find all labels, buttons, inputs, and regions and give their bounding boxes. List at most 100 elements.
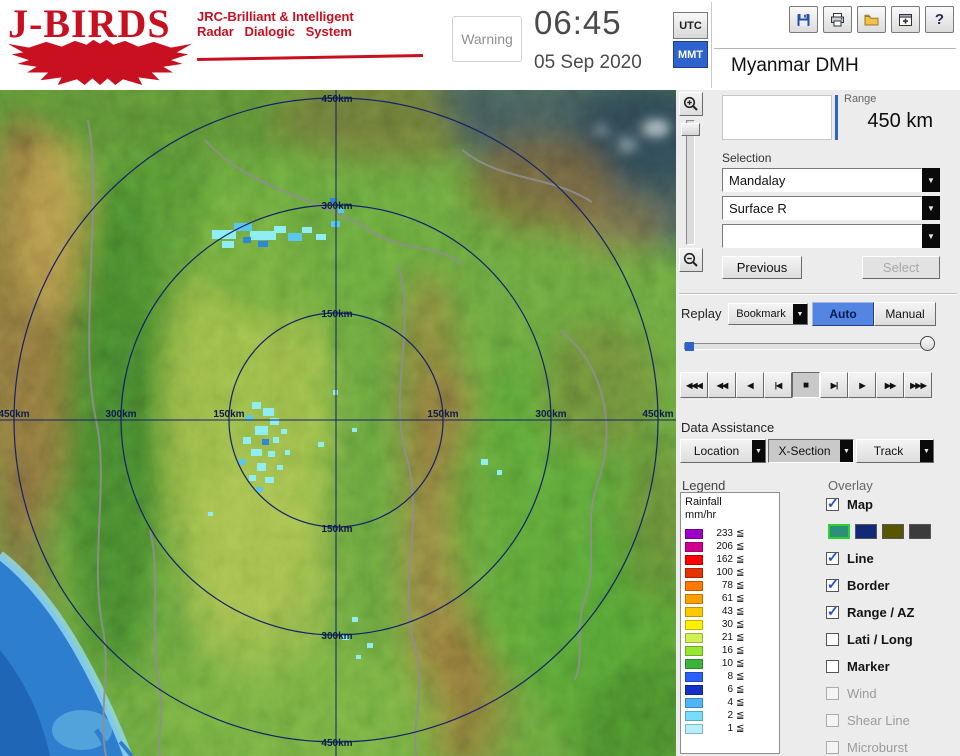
chevron-down-icon[interactable] — [920, 440, 933, 462]
product-dropdown-value[interactable]: Surface R — [722, 196, 922, 220]
overlay-title: Overlay — [828, 478, 873, 493]
fast-forward-button[interactable]: ▶▶ — [876, 372, 904, 398]
rewind-button[interactable]: ◀◀ — [708, 372, 736, 398]
legend-suffix: ≦ — [736, 723, 745, 734]
overlay-item-lati-long[interactable]: Lati / Long — [826, 629, 959, 649]
manual-mode-button[interactable]: Manual — [874, 302, 936, 326]
bookmark-button[interactable]: Bookmark — [728, 303, 808, 325]
legend-color-swatch — [685, 541, 703, 552]
chevron-down-icon[interactable] — [840, 440, 853, 462]
legend-suffix: ≦ — [736, 528, 745, 539]
chevron-down-icon[interactable] — [922, 224, 940, 248]
chevron-down-icon[interactable] — [922, 168, 940, 192]
location-button[interactable]: Location — [680, 439, 766, 463]
legend-color-swatch — [685, 645, 703, 656]
border-checkbox[interactable] — [826, 576, 839, 593]
legend-color-swatch — [685, 632, 703, 643]
step-forward-button[interactable]: ▶| — [820, 372, 848, 398]
legend-value: 61 — [721, 593, 733, 604]
chevron-down-icon[interactable] — [922, 196, 940, 220]
legend-color-swatch — [685, 593, 703, 604]
line-checkbox[interactable] — [826, 549, 839, 566]
lati-long-checkbox[interactable] — [826, 632, 839, 646]
overlay-item-label: Range / AZ — [847, 604, 915, 620]
skip-end-button[interactable]: ▶▶▶ — [904, 372, 932, 398]
chevron-down-icon[interactable] — [752, 440, 765, 462]
replay-label: Replay — [681, 306, 722, 321]
overlay-item-wind: Wind — [826, 683, 959, 703]
print-button[interactable] — [823, 6, 852, 33]
product-dropdown[interactable]: Surface R — [722, 196, 940, 220]
overlay-item-marker[interactable]: Marker — [826, 656, 959, 676]
site-dropdown[interactable]: Mandalay — [722, 168, 940, 192]
legend-suffix: ≦ — [736, 645, 745, 656]
save-button[interactable] — [789, 6, 818, 33]
utc-button[interactable]: UTC — [673, 12, 708, 39]
bookmark-button-label: Bookmark — [736, 308, 786, 320]
mmt-button[interactable]: MMT — [673, 41, 708, 68]
replay-slider-handle[interactable] — [920, 336, 935, 351]
previous-button[interactable]: Previous — [722, 256, 802, 279]
marker-checkbox[interactable] — [826, 659, 839, 673]
overlay-item-shear-line: Shear Line — [826, 710, 959, 730]
legend-suffix: ≦ — [736, 632, 745, 643]
site-dropdown-value[interactable]: Mandalay — [722, 168, 922, 192]
legend-color-swatch — [685, 671, 703, 682]
select-button[interactable]: Select — [862, 256, 940, 279]
step-back-button[interactable]: |◀ — [764, 372, 792, 398]
legend-row: 100 ≦ — [685, 566, 775, 579]
open-folder-button[interactable] — [857, 6, 886, 33]
zoom-out-button[interactable] — [679, 248, 703, 272]
legend-value: 233 — [716, 528, 733, 539]
ring-label: 150km — [321, 309, 352, 320]
radar-map-canvas[interactable]: 450km 300km 150km 150km 300km 450km 450k… — [0, 90, 676, 756]
map-style-swatch-4[interactable] — [909, 523, 931, 539]
play-reverse-button[interactable]: ◀ — [736, 372, 764, 398]
extra-dropdown[interactable] — [722, 224, 940, 248]
chevron-down-icon[interactable] — [793, 304, 807, 324]
legend-value: 16 — [721, 645, 733, 656]
map-checkbox[interactable] — [826, 495, 839, 512]
overlay-item-map[interactable]: Map — [826, 494, 959, 514]
help-button[interactable]: ? — [925, 6, 954, 33]
range-label: Range — [844, 93, 877, 105]
map-style-swatch-3[interactable] — [882, 523, 904, 539]
legend-row: 8 ≦ — [685, 670, 775, 683]
auto-mode-button[interactable]: Auto — [812, 302, 874, 326]
map-style-swatch-2[interactable] — [855, 523, 877, 539]
overlay-item-label: Line — [847, 550, 874, 566]
legend-color-swatch — [685, 619, 703, 630]
overlay-item-border[interactable]: Border — [826, 575, 959, 595]
radar-map[interactable]: 450km 300km 150km 150km 300km 450km 450k… — [0, 90, 676, 756]
xsection-button[interactable]: X-Section — [768, 439, 854, 463]
zoom-in-button[interactable] — [679, 92, 703, 116]
legend-color-swatch — [685, 580, 703, 591]
site-image-placeholder — [722, 95, 832, 140]
legend-color-swatch — [685, 710, 703, 721]
legend-value: 78 — [721, 580, 733, 591]
ring-label: 300km — [535, 409, 566, 420]
save-icon — [797, 13, 810, 26]
map-style-swatch-1[interactable] — [828, 523, 850, 539]
range-az-checkbox[interactable] — [826, 603, 839, 620]
shear-line-checkbox — [826, 713, 839, 727]
extra-dropdown-value[interactable] — [722, 224, 922, 248]
replay-slider-track[interactable] — [684, 343, 928, 350]
legend-suffix: ≦ — [736, 541, 745, 552]
warning-indicator[interactable]: Warning — [452, 16, 522, 62]
zoom-slider-thumb[interactable] — [681, 123, 700, 136]
legend-row: 43 ≦ — [685, 605, 775, 618]
overlay-item-line[interactable]: Line — [826, 548, 959, 568]
track-button[interactable]: Track — [856, 439, 934, 463]
overlay-item-microburst: Microburst — [826, 737, 959, 756]
header-bar: J-BIRDS JRC-Brilliant & Intelligent Rada… — [0, 0, 960, 90]
skip-start-button[interactable]: ◀◀◀ — [680, 372, 708, 398]
jbirds-app: J-BIRDS JRC-Brilliant & Intelligent Rada… — [0, 0, 960, 756]
zoom-slider-track[interactable] — [686, 120, 695, 245]
overlay-item-range-az[interactable]: Range / AZ — [826, 602, 959, 622]
play-button[interactable]: ▶ — [848, 372, 876, 398]
help-icon: ? — [934, 11, 945, 28]
stop-button[interactable]: ■ — [792, 372, 820, 398]
control-panel: Range 450 km Selection Mandalay Surface … — [676, 90, 960, 756]
add-window-button[interactable] — [891, 6, 920, 33]
